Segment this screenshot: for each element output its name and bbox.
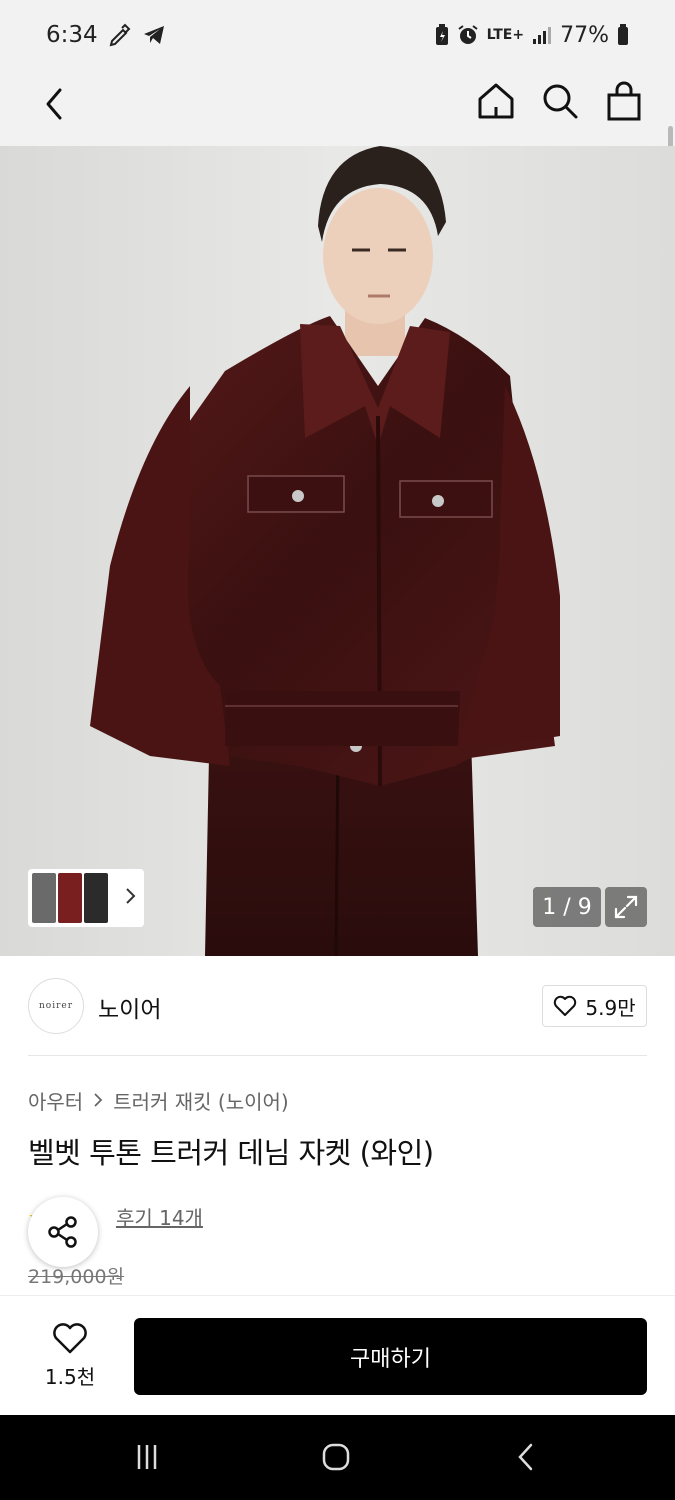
page-counter: 1 / 9 [533,887,601,927]
home-button[interactable] [475,80,517,122]
purchase-bar: 1.5천 구매하기 [0,1295,675,1415]
brand-like-count: 5.9만 [585,995,636,1020]
signal-icon [532,25,552,45]
back-button[interactable] [34,84,74,124]
product-photo [90,146,560,956]
thumbnail-2[interactable] [58,873,82,923]
back-icon [46,88,62,120]
home-icon [478,83,514,119]
back-system-button[interactable] [506,1437,546,1477]
chevron-right-icon [124,886,136,910]
thumbnail-1[interactable] [32,873,56,923]
cart-button[interactable] [603,80,645,122]
chevron-right-icon [93,1089,103,1113]
brand-like-button[interactable]: 5.9만 [542,985,647,1027]
thumbnail-3[interactable] [84,873,108,923]
battery-icon [617,24,629,46]
share-button[interactable] [28,1197,98,1267]
brand-logo[interactable]: noirer [28,978,84,1034]
breadcrumb-category[interactable]: 아우터 [28,1086,83,1115]
battery-saver-icon [435,24,449,46]
heart-icon [53,1322,87,1353]
expand-button[interactable] [605,887,647,927]
wishlist-count: 1.5천 [44,1364,96,1389]
recent-apps-button[interactable] [127,1437,167,1477]
status-bar: 6:34 LTE+ 77% [0,0,675,70]
lte-icon: LTE+ [486,27,525,43]
home-system-button[interactable] [316,1437,356,1477]
telegram-icon [142,23,166,47]
back-arrow-icon [518,1443,533,1471]
home-circle-icon [322,1443,350,1471]
product-image[interactable]: 1 / 9 [0,146,675,956]
recent-apps-icon [137,1445,157,1469]
share-icon [48,1216,77,1248]
alarm-icon [457,24,479,46]
thumbnail-strip[interactable] [28,869,144,927]
divider [28,1055,647,1056]
pencil-icon [108,23,132,47]
system-nav-bar [0,1415,675,1500]
breadcrumb-subcategory[interactable]: 트러커 재킷 (노이어) [113,1086,289,1115]
brand-name[interactable]: 노이어 [98,990,161,1024]
buy-button[interactable]: 구매하기 [134,1318,647,1395]
original-price: 219,000원 [28,1266,125,1288]
battery-percent: 77% [560,22,609,48]
search-button[interactable] [539,80,581,122]
heart-icon [554,995,577,1016]
review-link[interactable]: 후기 14개 [116,1202,203,1231]
status-time: 6:34 [46,22,98,48]
shopping-bag-icon [607,81,641,121]
breadcrumb: 아우터 트러커 재킷 (노이어) [28,1086,289,1115]
wishlist-button[interactable]: 1.5천 [32,1318,108,1394]
expand-icon [614,895,638,919]
brand-row[interactable]: noirer 노이어 5.9만 [0,956,675,1056]
top-nav [0,70,675,198]
product-title: 벨벳 투톤 트러커 데님 자켓 (와인) [28,1136,434,1170]
search-icon [543,84,578,119]
